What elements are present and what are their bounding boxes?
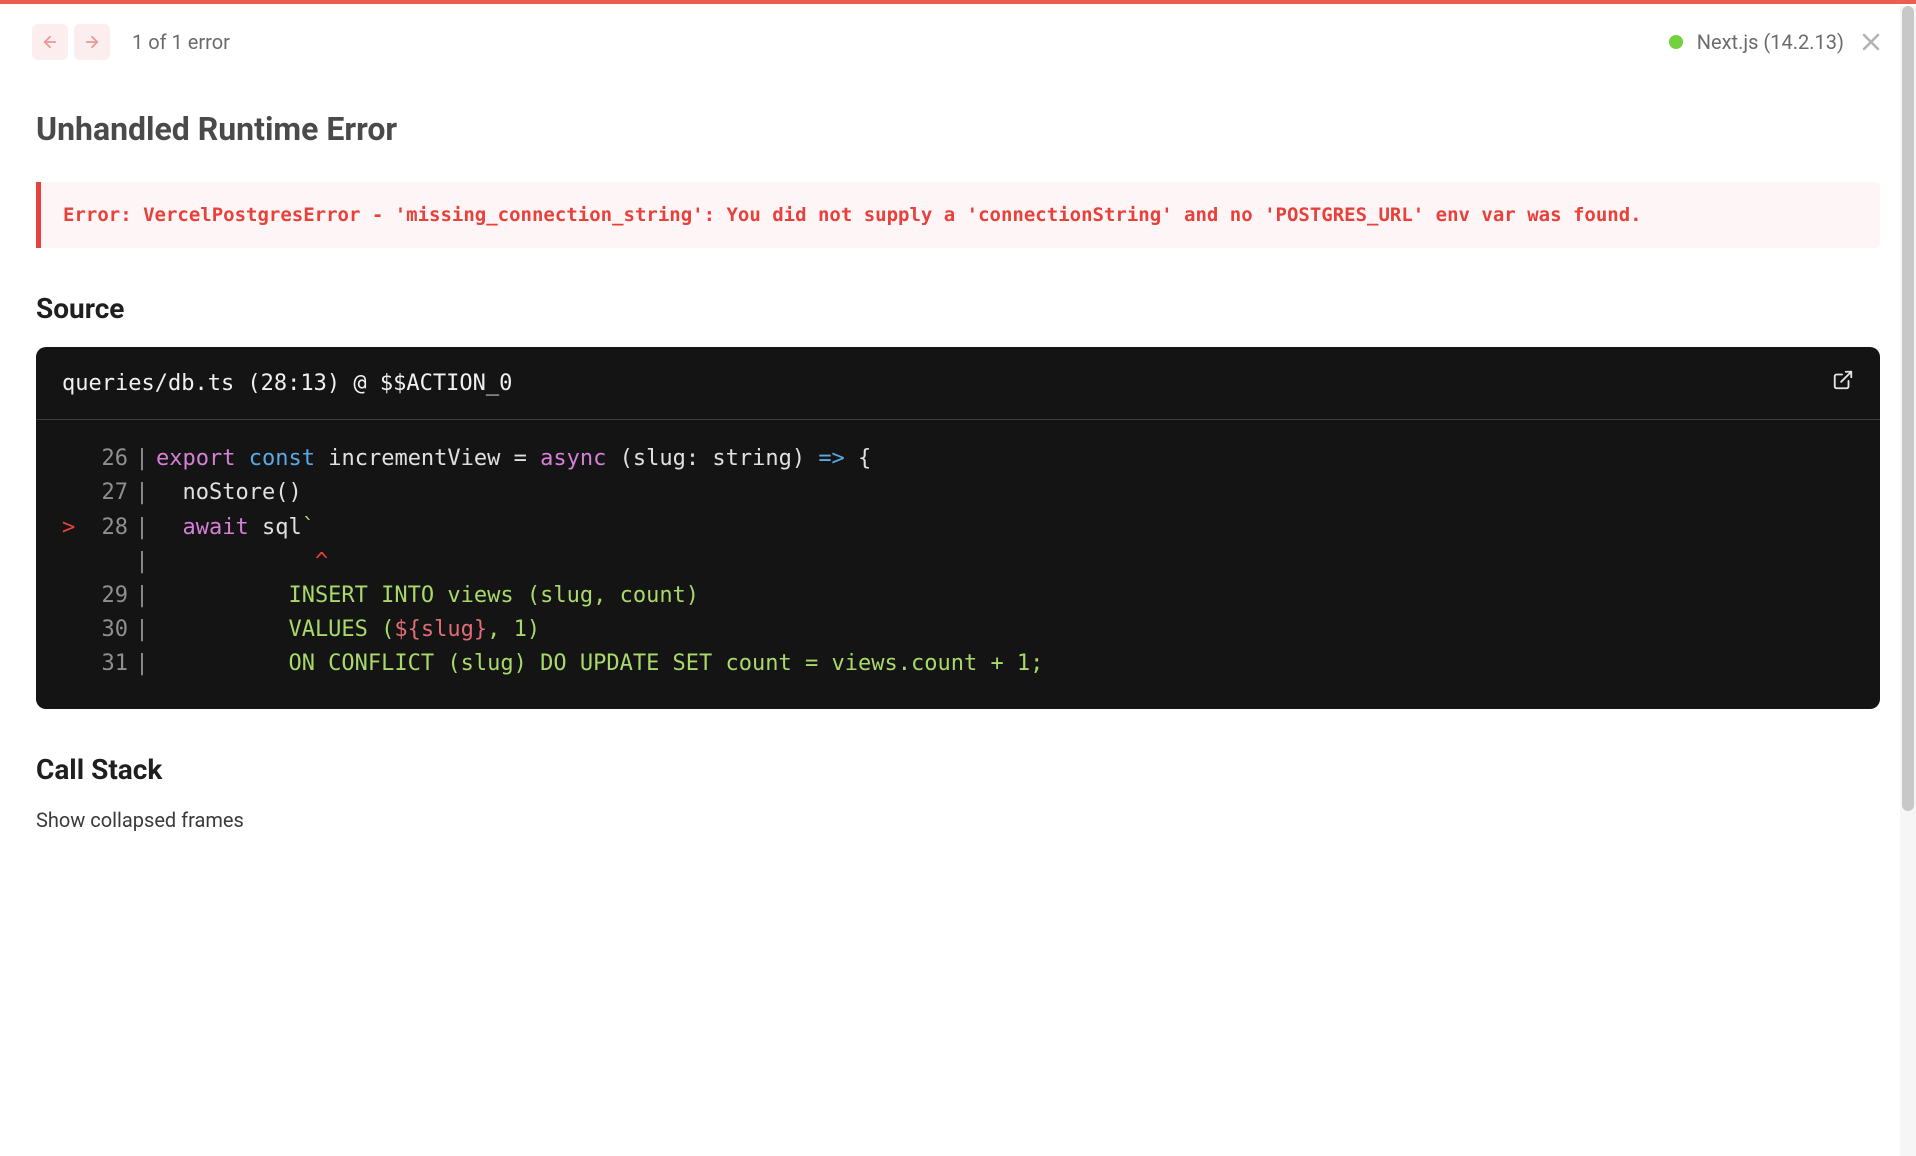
code-line-27: 27| noStore()	[62, 476, 1854, 510]
code-caret-line: | ^	[62, 545, 1854, 579]
close-icon	[1859, 30, 1883, 54]
code-line-30: 30| VALUES (${slug}, 1)	[62, 613, 1854, 647]
scrollbar[interactable]	[1900, 6, 1916, 1156]
source-location-bar: queries/db.ts (28:13) @ $$ACTION_0	[36, 347, 1880, 420]
header-right: Next.js (14.2.13)	[1669, 29, 1884, 55]
source-location: queries/db.ts (28:13) @ $$ACTION_0	[62, 371, 512, 396]
code-line-29: 29| INSERT INTO views (slug, count)	[62, 579, 1854, 613]
prev-error-button[interactable]	[32, 24, 68, 60]
header-left: 1 of 1 error	[32, 24, 230, 60]
error-count-label: 1 of 1 error	[132, 30, 230, 54]
status-dot-icon	[1669, 35, 1683, 49]
framework-version: Next.js (14.2.13)	[1697, 30, 1844, 54]
toggle-collapsed-frames[interactable]: Show collapsed frames	[36, 808, 1880, 832]
overlay-header: 1 of 1 error Next.js (14.2.13)	[8, 4, 1908, 60]
source-code-block: queries/db.ts (28:13) @ $$ACTION_0 26| e…	[36, 347, 1880, 709]
scrollbar-thumb[interactable]	[1902, 6, 1914, 811]
error-title: Unhandled Runtime Error	[36, 110, 1880, 148]
arrow-right-icon	[83, 33, 101, 51]
code-line-31: 31| ON CONFLICT (slug) DO UPDATE SET cou…	[62, 647, 1854, 681]
overlay-body: Unhandled Runtime Error Error: VercelPos…	[8, 60, 1908, 872]
open-in-editor-button[interactable]	[1832, 369, 1854, 397]
source-code-body: 26| export const incrementView = async (…	[36, 420, 1880, 709]
error-message: Error: VercelPostgresError - 'missing_co…	[36, 182, 1880, 248]
error-nav-buttons	[32, 24, 110, 60]
code-line-26: 26| export const incrementView = async (…	[62, 442, 1854, 476]
code-line-28: >28| await sql`	[62, 511, 1854, 545]
arrow-left-icon	[41, 33, 59, 51]
callstack-heading: Call Stack	[36, 753, 1880, 786]
external-link-icon	[1832, 369, 1854, 391]
source-heading: Source	[36, 292, 1880, 325]
error-overlay: 1 of 1 error Next.js (14.2.13) Unhandled…	[8, 4, 1908, 872]
next-error-button[interactable]	[74, 24, 110, 60]
close-button[interactable]	[1858, 29, 1884, 55]
